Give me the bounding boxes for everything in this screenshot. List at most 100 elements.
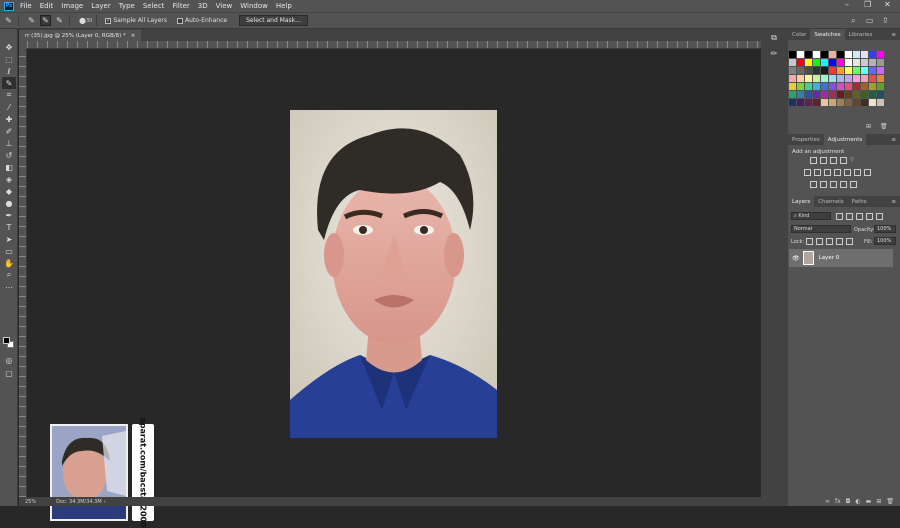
invert-icon[interactable]	[810, 181, 817, 188]
new-group-icon[interactable]: ▬	[866, 498, 872, 505]
swatch-color[interactable]	[837, 91, 844, 98]
maximize-button[interactable]: ❐	[864, 0, 871, 9]
swatch-color[interactable]	[829, 75, 836, 82]
filter-smart-icon[interactable]	[876, 213, 883, 220]
add-mask-icon[interactable]: ◘	[846, 498, 851, 505]
hand-tool-icon[interactable]: ✋	[2, 257, 16, 269]
swatch-color[interactable]	[789, 67, 796, 74]
swatch-color[interactable]	[813, 59, 820, 66]
swatch-color[interactable]	[853, 59, 860, 66]
swatch-color[interactable]	[829, 59, 836, 66]
swatch-color[interactable]	[845, 83, 852, 90]
color-lookup-icon[interactable]	[864, 169, 871, 176]
tab-layers[interactable]: Layers	[788, 196, 815, 207]
new-layer-icon[interactable]: ⊞	[876, 498, 881, 505]
swatch-color[interactable]	[869, 67, 876, 74]
fill-field[interactable]: 100%	[874, 237, 896, 245]
swatch-color[interactable]	[869, 83, 876, 90]
pen-tool-icon[interactable]: ✒	[2, 209, 16, 221]
sample-all-layers-checkbox[interactable]: ✓	[105, 17, 112, 24]
swatch-color[interactable]	[797, 75, 804, 82]
swatch-color[interactable]	[797, 67, 804, 74]
add-selection-icon[interactable]: ✎	[40, 15, 51, 26]
delete-layer-icon[interactable]: 🗑	[886, 498, 894, 505]
shape-tool-icon[interactable]: ▭	[2, 245, 16, 257]
swatch-color[interactable]	[789, 51, 796, 58]
swatch-color[interactable]	[829, 67, 836, 74]
menu-window[interactable]: Window	[240, 2, 268, 10]
close-button[interactable]: ✕	[884, 0, 891, 9]
swatch-color[interactable]	[869, 51, 876, 58]
blur-tool-icon[interactable]: ◆	[2, 185, 16, 197]
swatch-color[interactable]	[805, 75, 812, 82]
menu-image[interactable]: Image	[61, 2, 83, 10]
filter-type-icon[interactable]	[856, 213, 863, 220]
canvas-photo[interactable]	[290, 110, 497, 438]
swatch-color[interactable]	[877, 51, 884, 58]
tab-properties[interactable]: Properties	[788, 134, 824, 145]
new-swatch-icon[interactable]: ⊞	[866, 123, 871, 130]
new-selection-icon[interactable]: ✎	[26, 15, 37, 26]
swatch-color[interactable]	[877, 83, 884, 90]
quick-selection-tool-icon[interactable]: ✎	[2, 77, 16, 89]
swatch-color[interactable]	[861, 91, 868, 98]
foreground-color-swatch[interactable]	[3, 337, 10, 344]
swatch-color[interactable]	[805, 59, 812, 66]
swatch-color[interactable]	[853, 51, 860, 58]
menu-layer[interactable]: Layer	[91, 2, 111, 10]
swatch-color[interactable]	[861, 67, 868, 74]
tab-channels[interactable]: Channels	[814, 196, 847, 207]
black-white-icon[interactable]	[834, 169, 841, 176]
filter-shape-icon[interactable]	[866, 213, 873, 220]
marquee-tool-icon[interactable]: ⬚	[2, 53, 16, 65]
status-menu-icon[interactable]: ›	[104, 499, 106, 505]
swatch-color[interactable]	[869, 99, 876, 106]
move-tool-icon[interactable]: ✥	[2, 41, 16, 53]
swatch-color[interactable]	[861, 51, 868, 58]
link-layers-icon[interactable]: ∞	[825, 498, 830, 505]
swatch-color[interactable]	[845, 51, 852, 58]
panel-menu-icon[interactable]: ≡	[887, 134, 900, 145]
swatch-color[interactable]	[789, 99, 796, 106]
swatch-color[interactable]	[813, 91, 820, 98]
lock-pixels-icon[interactable]	[816, 238, 823, 245]
swatch-color[interactable]	[805, 99, 812, 106]
swatch-color[interactable]	[789, 75, 796, 82]
swatch-color[interactable]	[869, 75, 876, 82]
swatch-color[interactable]	[877, 59, 884, 66]
swatch-color[interactable]	[789, 91, 796, 98]
swatch-color[interactable]	[861, 83, 868, 90]
swatch-color[interactable]	[837, 59, 844, 66]
menu-type[interactable]: Type	[119, 2, 135, 10]
curves-icon[interactable]	[830, 157, 837, 164]
menu-help[interactable]: Help	[276, 2, 292, 10]
swatch-color[interactable]	[805, 83, 812, 90]
lasso-tool-icon[interactable]: ℓ	[2, 65, 16, 77]
tab-adjustments[interactable]: Adjustments	[823, 134, 867, 145]
swatch-color[interactable]	[869, 91, 876, 98]
swatch-color[interactable]	[877, 91, 884, 98]
crop-tool-icon[interactable]: ⌗	[2, 89, 16, 101]
swatch-color[interactable]	[821, 99, 828, 106]
swatch-color[interactable]	[797, 83, 804, 90]
share-icon[interactable]: ⇪	[882, 16, 889, 25]
swatch-color[interactable]	[853, 83, 860, 90]
color-balance-icon[interactable]	[824, 169, 831, 176]
dodge-tool-icon[interactable]: ●	[2, 197, 16, 209]
opacity-field[interactable]: 100%	[874, 225, 896, 233]
zoom-tool-icon[interactable]: ⌕	[2, 269, 16, 281]
hue-saturation-icon[interactable]	[814, 169, 821, 176]
swatch-color[interactable]	[853, 91, 860, 98]
healing-brush-icon[interactable]: ✚	[2, 113, 16, 125]
swatch-color[interactable]	[837, 83, 844, 90]
lock-position-icon[interactable]	[826, 238, 833, 245]
menu-3d[interactable]: 3D	[198, 2, 208, 10]
swatch-color[interactable]	[805, 91, 812, 98]
swatch-color[interactable]	[837, 99, 844, 106]
swatch-color[interactable]	[853, 75, 860, 82]
swatch-color[interactable]	[821, 91, 828, 98]
lock-artboard-icon[interactable]	[836, 238, 843, 245]
swatch-color[interactable]	[821, 67, 828, 74]
brightness-icon[interactable]	[810, 157, 817, 164]
menu-file[interactable]: File	[20, 2, 32, 10]
